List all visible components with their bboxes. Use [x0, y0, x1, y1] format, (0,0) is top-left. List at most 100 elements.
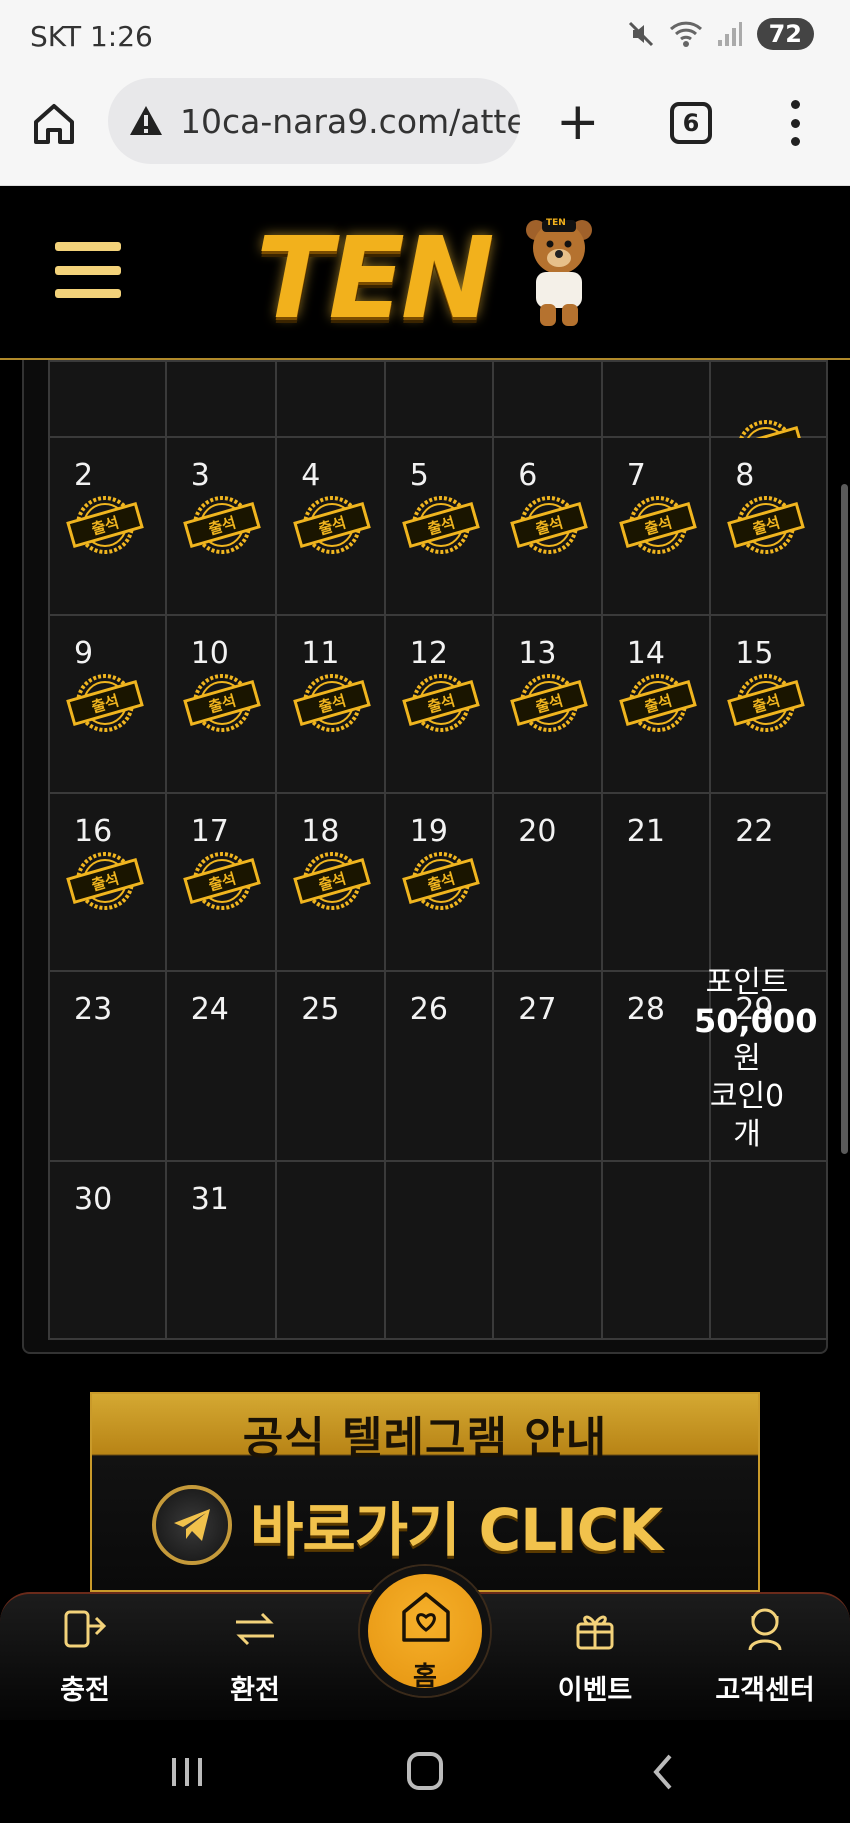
- calendar-day-5[interactable]: 5 출석: [383, 436, 495, 616]
- calendar-day-9[interactable]: 9 출석: [48, 614, 167, 794]
- calendar-day-number: 27: [518, 992, 557, 1027]
- attendance-stamp-icon: 출석: [727, 674, 806, 732]
- calendar-day-number: 12: [409, 636, 448, 671]
- attendance-stamp-icon: 출석: [727, 496, 806, 554]
- site-logo[interactable]: TEN TEN: [256, 206, 596, 344]
- calendar-day-10[interactable]: 10 출석: [164, 614, 278, 794]
- attendance-stamp-icon: 출석: [66, 852, 144, 910]
- reward-tooltip: 포인트 50,000 원 코인0 개: [694, 964, 818, 1154]
- carrier-time: SKT 1:26: [30, 20, 153, 53]
- attendance-stamp-icon: 출석: [401, 496, 480, 554]
- bear-cap-label: TEN: [546, 218, 566, 228]
- calendar-day-empty: [709, 1160, 828, 1340]
- nav-exchange-label: 환전: [230, 1675, 280, 1706]
- nav-exchange[interactable]: 환전: [190, 1594, 320, 1722]
- not-secure-icon[interactable]: [128, 103, 164, 139]
- back-icon[interactable]: [640, 1750, 690, 1794]
- tooltip-point-amount: 50,000: [694, 1002, 818, 1040]
- exchange-icon: [236, 1612, 274, 1646]
- calendar-day-number: 28: [626, 992, 665, 1027]
- calendar-day-26[interactable]: 26: [383, 970, 495, 1162]
- calendar-day-number: 6: [518, 458, 538, 493]
- calendar-day-empty: [275, 360, 386, 438]
- nav-deposit-label: 충전: [60, 1675, 110, 1706]
- calendar-day-17[interactable]: 17 출석: [164, 792, 278, 972]
- site-header: TEN TEN: [0, 186, 850, 360]
- nav-event[interactable]: 이벤트: [530, 1594, 660, 1722]
- banner-cta-text: 바로가기 CLICK: [250, 1496, 663, 1564]
- nav-support[interactable]: 고객센터: [700, 1594, 830, 1722]
- attendance-stamp-icon: 출석: [293, 496, 372, 554]
- calendar-day-31[interactable]: 31: [164, 1160, 278, 1340]
- url-text[interactable]: 10ca-nara9.com/atte: [180, 102, 520, 141]
- calendar-day-number: 14: [626, 636, 665, 671]
- attendance-stamp-icon: 출석: [182, 496, 261, 554]
- hamburger-menu-icon[interactable]: [55, 242, 121, 298]
- tab-count-button[interactable]: 6: [670, 102, 712, 144]
- tooltip-coin-unit: 개: [733, 1117, 761, 1152]
- calendar-day-number: 21: [626, 814, 665, 849]
- calendar-day-18[interactable]: 18 출석: [275, 792, 386, 972]
- calendar-day-number: 3: [190, 458, 210, 493]
- calendar-day-30[interactable]: 30: [48, 1160, 167, 1340]
- calendar-grid: 출석2출석3출석4출석5출석6출석7출석8출석9출석10출석11출석12출석13…: [48, 360, 828, 1340]
- calendar-day-number: 25: [301, 992, 340, 1027]
- calendar-day-3[interactable]: 3 출석: [164, 436, 278, 616]
- calendar-week-row: 9 출석 10 출석 11 출석 12 출석 13 출석 14 출석 15 출석: [48, 614, 828, 794]
- page-scrollbar[interactable]: [841, 484, 848, 1154]
- calendar-day-empty: [492, 1160, 603, 1340]
- calendar-day-24[interactable]: 24: [164, 970, 278, 1162]
- calendar-day-22[interactable]: 22: [709, 792, 828, 972]
- calendar-day-number: 2: [74, 458, 94, 493]
- calendar-day-empty: [48, 360, 167, 438]
- calendar-day-19[interactable]: 19 출석: [383, 792, 495, 972]
- calendar-day-27[interactable]: 27: [492, 970, 603, 1162]
- calendar-day-number: 24: [190, 992, 229, 1027]
- home-icon[interactable]: [400, 1750, 450, 1794]
- calendar-day-16[interactable]: 16 출석: [48, 792, 167, 972]
- calendar-day-8[interactable]: 8 출석: [709, 436, 828, 616]
- signal-icon: [717, 22, 742, 46]
- browser-menu-button[interactable]: [788, 100, 802, 146]
- calendar-day-12[interactable]: 12 출석: [383, 614, 495, 794]
- calendar-day-4[interactable]: 4 출석: [275, 436, 386, 616]
- telegram-banner[interactable]: 공식 텔레그램 안내 바로가기 CLICK: [90, 1392, 760, 1592]
- nav-support-label: 고객센터: [715, 1675, 815, 1706]
- calendar-day-empty: [275, 1160, 386, 1340]
- new-tab-button[interactable]: +: [556, 96, 600, 148]
- nav-home-button[interactable]: 홈: [360, 1566, 490, 1696]
- banner-cta[interactable]: 바로가기 CLICK: [152, 1480, 702, 1570]
- calendar-day-number: 4: [301, 458, 321, 493]
- nav-home-label: 홈: [413, 1662, 437, 1692]
- calendar-day-number: 26: [409, 992, 448, 1027]
- calendar-day-25[interactable]: 25: [275, 970, 386, 1162]
- calendar-day-7[interactable]: 7 출석: [600, 436, 712, 616]
- calendar-day-11[interactable]: 11 출석: [275, 614, 386, 794]
- calendar-day-empty: [492, 360, 603, 438]
- nav-deposit[interactable]: 충전: [20, 1594, 150, 1722]
- calendar-day-6[interactable]: 6 출석: [492, 436, 603, 616]
- calendar-day-2[interactable]: 2 출석: [48, 436, 167, 616]
- calendar-day-empty: [383, 1160, 495, 1340]
- calendar-day-14[interactable]: 14 출석: [600, 614, 712, 794]
- address-bar[interactable]: 10ca-nara9.com/atte: [108, 78, 520, 164]
- attendance-stamp-icon: 출석: [510, 674, 589, 732]
- recent-apps-icon[interactable]: [162, 1750, 212, 1794]
- calendar-week-row: 30 31: [48, 1160, 828, 1340]
- home-heart-icon: [402, 1592, 450, 1642]
- calendar-day-number: 7: [626, 458, 646, 493]
- android-nav-bar: [0, 1720, 850, 1823]
- calendar-day-15[interactable]: 15 출석: [709, 614, 828, 794]
- attendance-stamp-icon: 출석: [66, 496, 144, 554]
- attendance-stamp-icon: 출석: [182, 674, 261, 732]
- calendar-day-21[interactable]: 21: [600, 792, 712, 972]
- calendar-day-number: 13: [518, 636, 557, 671]
- calendar-day-23[interactable]: 23: [48, 970, 167, 1162]
- attendance-stamp-icon: 출석: [66, 674, 144, 732]
- browser-home-icon[interactable]: [30, 100, 78, 148]
- calendar-day-20[interactable]: 20: [492, 792, 603, 972]
- tooltip-point-label: 포인트: [705, 965, 789, 1000]
- attendance-stamp-icon: 출석: [182, 852, 261, 910]
- calendar-day-13[interactable]: 13 출석: [492, 614, 603, 794]
- mute-icon: [628, 21, 653, 47]
